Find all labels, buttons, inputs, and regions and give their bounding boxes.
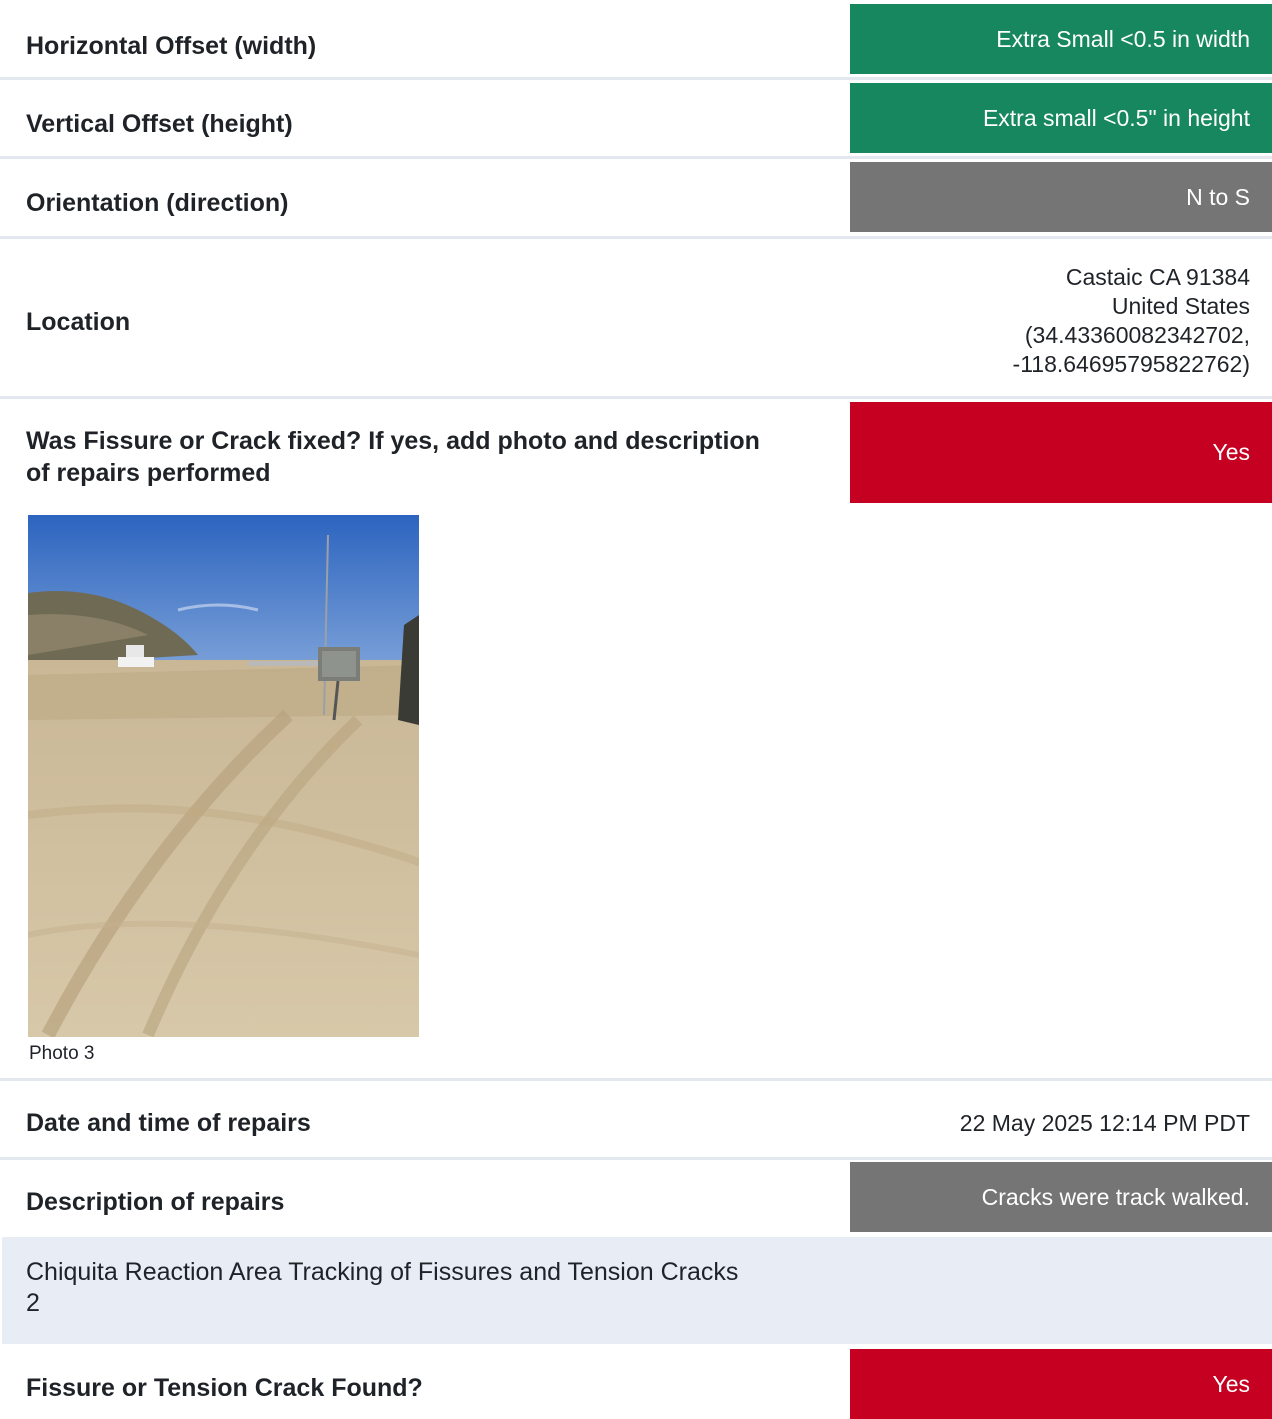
crack-fixed-label: Was Fissure or Crack fixed? If yes, add …: [26, 425, 836, 489]
location-label: Location: [26, 308, 131, 336]
photo-caption: Photo 3: [29, 1043, 95, 1064]
section-title: Chiquita Reaction Area Tracking of Fissu…: [26, 1257, 826, 1319]
row-repairs-date: Date and time of repairs 22 May 2025 12:…: [0, 1081, 1272, 1160]
orientation-label: Orientation (direction): [26, 189, 289, 217]
row-orientation: Orientation (direction) N to S: [0, 159, 1272, 239]
crack-fixed-value: Yes: [850, 402, 1272, 503]
location-line: Castaic CA 91384: [1065, 264, 1250, 290]
row-crack-found: Fissure or Tension Crack Found? Yes: [0, 1344, 1272, 1419]
row-horizontal-offset: Horizontal Offset (width) Extra Small <0…: [0, 0, 1272, 80]
row-repairs-description: Description of repairs Cracks were track…: [0, 1160, 1272, 1237]
crack-found-value: Yes: [850, 1349, 1272, 1419]
location-line: -118.64695795822762): [1012, 351, 1250, 377]
vertical-offset-value: Extra small <0.5" in height: [850, 83, 1272, 153]
section-title-line: Chiquita Reaction Area Tracking of Fissu…: [26, 1258, 739, 1286]
orientation-value: N to S: [850, 162, 1272, 232]
crack-fixed-label-line: Was Fissure or Crack fixed? If yes, add …: [26, 427, 760, 455]
location-line: (34.43360082342702,: [1024, 322, 1250, 348]
crack-fixed-label-line: of repairs performed: [26, 459, 271, 487]
repairs-description-value: Cracks were track walked.: [850, 1162, 1272, 1232]
location-value: Castaic CA 91384 United States (34.43360…: [850, 263, 1272, 383]
horizontal-offset-value: Extra Small <0.5 in width: [850, 4, 1272, 74]
repairs-date-label: Date and time of repairs: [26, 1109, 311, 1137]
repairs-description-label: Description of repairs: [26, 1188, 285, 1216]
row-location: Location Castaic CA 91384 United States …: [0, 239, 1272, 399]
location-line: United States: [1111, 293, 1250, 319]
row-vertical-offset: Vertical Offset (height) Extra small <0.…: [0, 80, 1272, 159]
report-page: Horizontal Offset (width) Extra Small <0…: [0, 0, 1272, 1419]
photo-block: Photo 3: [0, 503, 1272, 1081]
repair-photo[interactable]: [28, 515, 419, 1037]
crack-found-label: Fissure or Tension Crack Found?: [26, 1374, 423, 1402]
row-crack-fixed: Was Fissure or Crack fixed? If yes, add …: [0, 399, 1272, 503]
section-title-line: 2: [26, 1289, 40, 1317]
section-header: Chiquita Reaction Area Tracking of Fissu…: [2, 1237, 1272, 1344]
vertical-offset-label: Vertical Offset (height): [26, 110, 293, 138]
repairs-date-value: 22 May 2025 12:14 PM PDT: [959, 1109, 1250, 1136]
repair-photo-image: [28, 515, 419, 1037]
horizontal-offset-label: Horizontal Offset (width): [26, 32, 317, 60]
